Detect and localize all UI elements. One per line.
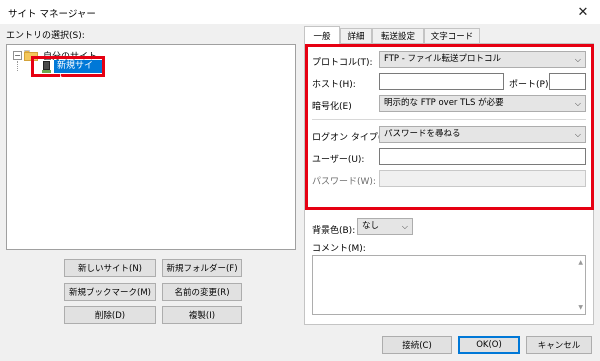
new-bookmark-button[interactable]: 新規ブックマーク(M) <box>64 283 156 301</box>
rename-button[interactable]: 名前の変更(R) <box>162 283 242 301</box>
new-site-button[interactable]: 新しいサイト(N) <box>64 259 156 277</box>
tab-transfer-settings[interactable]: 転送設定 <box>372 28 424 43</box>
bgcolor-select[interactable]: なし ⌵ <box>357 218 413 235</box>
connect-button[interactable]: 接続(C) <box>382 336 452 354</box>
connection-settings-highlight <box>305 44 594 210</box>
cancel-button[interactable]: キャンセル <box>526 336 592 354</box>
scroll-up-icon[interactable]: ▲ <box>578 259 583 266</box>
title-bar: サイト マネージャー ✕ <box>0 0 600 24</box>
delete-button[interactable]: 削除(D) <box>64 306 156 324</box>
close-button[interactable]: ✕ <box>566 0 600 24</box>
bgcolor-label: 背景色(B): <box>312 226 356 236</box>
ok-button[interactable]: OK(O) <box>458 336 520 354</box>
tab-general[interactable]: 一般 <box>304 26 340 44</box>
scroll-down-icon[interactable]: ▼ <box>578 304 583 311</box>
tab-advanced[interactable]: 詳細 <box>340 28 372 43</box>
tree-item-new-site[interactable]: 新規サイト <box>54 60 102 84</box>
entry-select-label: エントリの選択(S): <box>6 31 85 41</box>
chevron-down-icon: ⌵ <box>401 222 408 231</box>
new-folder-button[interactable]: 新規フォルダー(F) <box>162 259 242 277</box>
comment-label: コメント(M): <box>312 244 366 254</box>
site-icon <box>42 61 51 74</box>
tree-expander-icon[interactable]: − <box>13 51 22 60</box>
tree-connector-line <box>17 61 18 71</box>
comment-textarea[interactable]: ▲ ▼ <box>312 255 586 315</box>
bgcolor-value: なし <box>362 221 380 231</box>
window-title: サイト マネージャー <box>8 9 96 20</box>
duplicate-button[interactable]: 複製(I) <box>162 306 242 324</box>
site-highlight-box: 新規サイト <box>31 56 105 84</box>
tab-charset[interactable]: 文字コード <box>424 28 480 43</box>
close-icon: ✕ <box>577 4 589 20</box>
